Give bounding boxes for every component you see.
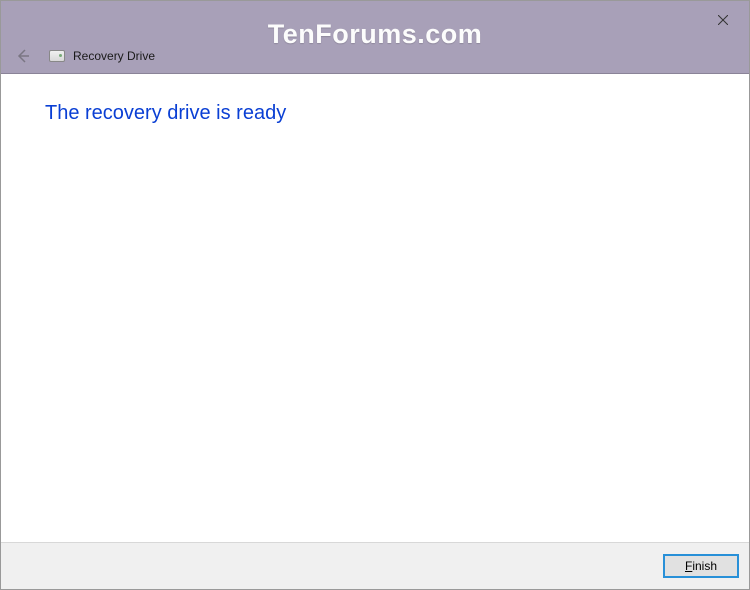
wizard-content: The recovery drive is ready [1,74,749,544]
back-arrow-icon [15,48,31,64]
close-button[interactable] [700,6,745,34]
header-title: Recovery Drive [73,49,155,63]
wizard-header: Recovery Drive [1,38,749,74]
finish-button[interactable]: Finish [663,554,739,578]
window-titlebar [1,1,749,38]
wizard-footer: Finish [1,542,749,589]
close-icon [718,15,728,25]
back-button [11,44,35,68]
drive-icon [49,50,65,62]
page-heading: The recovery drive is ready [45,102,705,125]
